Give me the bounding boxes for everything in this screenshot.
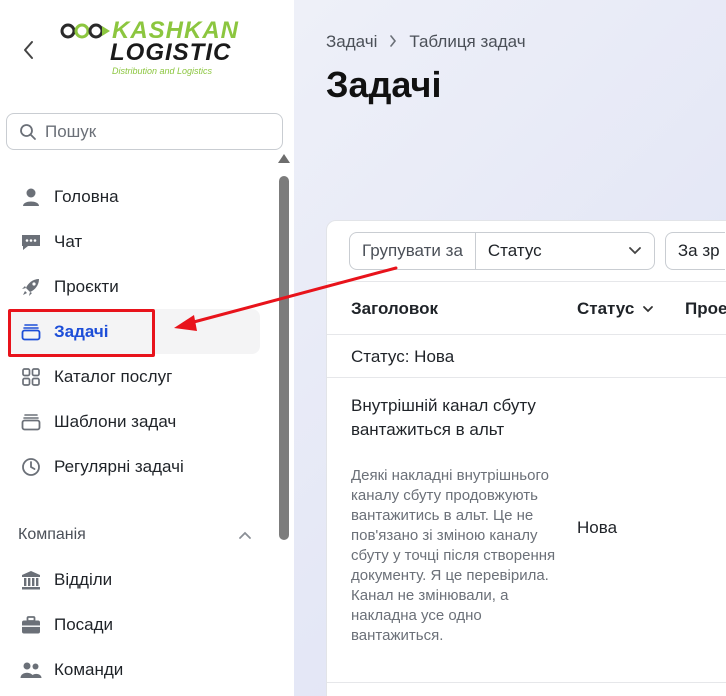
column-header-label: Заголовок bbox=[351, 299, 439, 318]
nav-item-label: Відділи bbox=[54, 569, 113, 589]
nav-item-home[interactable]: Головна bbox=[8, 174, 260, 219]
breadcrumb: Задачі Таблиця задач bbox=[326, 32, 526, 52]
logo-rings-icon bbox=[60, 23, 110, 39]
user-icon bbox=[20, 186, 42, 208]
nav-item-label: Шаблони задач bbox=[54, 411, 177, 431]
company-nav: Відділи Посади Команди bbox=[8, 557, 260, 692]
column-header-project[interactable]: Прое bbox=[685, 299, 726, 319]
breadcrumb-item-tasks[interactable]: Задачі bbox=[326, 32, 377, 52]
rocket-icon bbox=[20, 276, 42, 298]
chevron-up-icon bbox=[239, 531, 251, 539]
nav-item-label: Чат bbox=[54, 231, 83, 251]
chevron-left-icon bbox=[24, 41, 33, 59]
logo-tagline: Distribution and Logistics bbox=[112, 66, 213, 76]
tasks-icon bbox=[20, 321, 42, 343]
nav-item-projects[interactable]: Проєкти bbox=[8, 264, 260, 309]
search-box[interactable] bbox=[6, 113, 283, 150]
table-row[interactable]: Внутрішній канал сбуту вантажиться в аль… bbox=[327, 378, 726, 683]
nav-item-chat[interactable]: Чат bbox=[8, 219, 260, 264]
nav-item-label: Задачі bbox=[54, 321, 109, 341]
search-icon bbox=[20, 123, 36, 140]
page-title: Задачі bbox=[326, 64, 442, 105]
nav-item-label: Каталог послуг bbox=[54, 366, 173, 386]
group-row-label: Статус: Нова bbox=[351, 347, 455, 366]
column-header-title[interactable]: Заголовок bbox=[351, 299, 438, 319]
bank-icon bbox=[20, 569, 42, 591]
nav-item-service-catalog[interactable]: Каталог послуг bbox=[8, 354, 260, 399]
nav-item-label: Проєкти bbox=[54, 276, 119, 296]
group-by-label: Групувати за bbox=[350, 233, 476, 269]
column-header-status[interactable]: Статус bbox=[577, 299, 654, 319]
tasks-table-card: Групувати за Статус За зр Заголовок Стат… bbox=[326, 220, 726, 696]
search-input[interactable] bbox=[45, 121, 265, 142]
group-by-select[interactable]: Статус bbox=[476, 233, 654, 269]
nav-item-task-templates[interactable]: Шаблони задач bbox=[8, 399, 260, 444]
task-title[interactable]: Внутрішній канал сбуту вантажиться в аль… bbox=[351, 394, 551, 442]
group-by-control: Групувати за Статус bbox=[349, 232, 655, 270]
sidebar-scrollbar[interactable] bbox=[276, 152, 292, 696]
main-content: Задачі Таблиця задач Задачі Групувати за… bbox=[294, 0, 726, 696]
scroll-up-icon[interactable] bbox=[278, 154, 290, 163]
briefcase-icon bbox=[20, 614, 42, 636]
nav-item-departments[interactable]: Відділи bbox=[8, 557, 260, 602]
table-header: Заголовок Статус Прое bbox=[327, 281, 726, 335]
nav-item-teams[interactable]: Команди bbox=[8, 647, 260, 692]
chat-icon bbox=[20, 231, 42, 253]
templates-icon bbox=[20, 411, 42, 433]
sidebar: KASHKAN LOGISTIC Distribution and Logist… bbox=[0, 0, 294, 696]
section-label: Компанія bbox=[18, 526, 86, 543]
group-row-status-new[interactable]: Статус: Нова bbox=[327, 335, 726, 378]
column-header-label: Статус bbox=[577, 299, 635, 318]
nav-item-tasks[interactable]: Задачі bbox=[8, 309, 260, 354]
sort-select[interactable]: За зр bbox=[664, 232, 725, 270]
task-status: Нова bbox=[577, 518, 618, 537]
section-company[interactable]: Компанія bbox=[18, 522, 252, 548]
sort-value: За зр bbox=[677, 241, 720, 260]
chevron-down-icon bbox=[643, 306, 654, 313]
scrollbar-thumb[interactable] bbox=[279, 176, 289, 540]
grid-icon bbox=[20, 366, 42, 388]
nav-item-label: Регулярні задачі bbox=[54, 456, 184, 476]
nav-item-positions[interactable]: Посади bbox=[8, 602, 260, 647]
column-header-label: Прое bbox=[685, 299, 726, 318]
team-icon bbox=[20, 659, 42, 681]
logo-text-secondary: LOGISTIC bbox=[110, 39, 232, 66]
group-by-value: Статус bbox=[487, 241, 542, 260]
breadcrumb-item-task-table: Таблиця задач bbox=[409, 32, 526, 51]
nav-item-label: Головна bbox=[54, 186, 119, 206]
main-nav: Головна Чат Проєкти Задачі Каталог послу… bbox=[8, 174, 260, 489]
chevron-right-icon bbox=[389, 32, 397, 52]
chevron-down-icon bbox=[629, 247, 641, 255]
nav-item-label: Команди bbox=[54, 659, 124, 679]
clock-icon bbox=[20, 456, 42, 478]
nav-item-label: Посади bbox=[54, 614, 114, 634]
nav-item-recurring-tasks[interactable]: Регулярні задачі bbox=[8, 444, 260, 489]
task-description: Деякі накладні внутрішнього каналу сбуту… bbox=[351, 467, 556, 644]
table-toolbar: Групувати за Статус За зр bbox=[349, 232, 725, 270]
back-button[interactable] bbox=[18, 38, 38, 62]
logo: KASHKAN LOGISTIC Distribution and Logist… bbox=[60, 18, 240, 80]
